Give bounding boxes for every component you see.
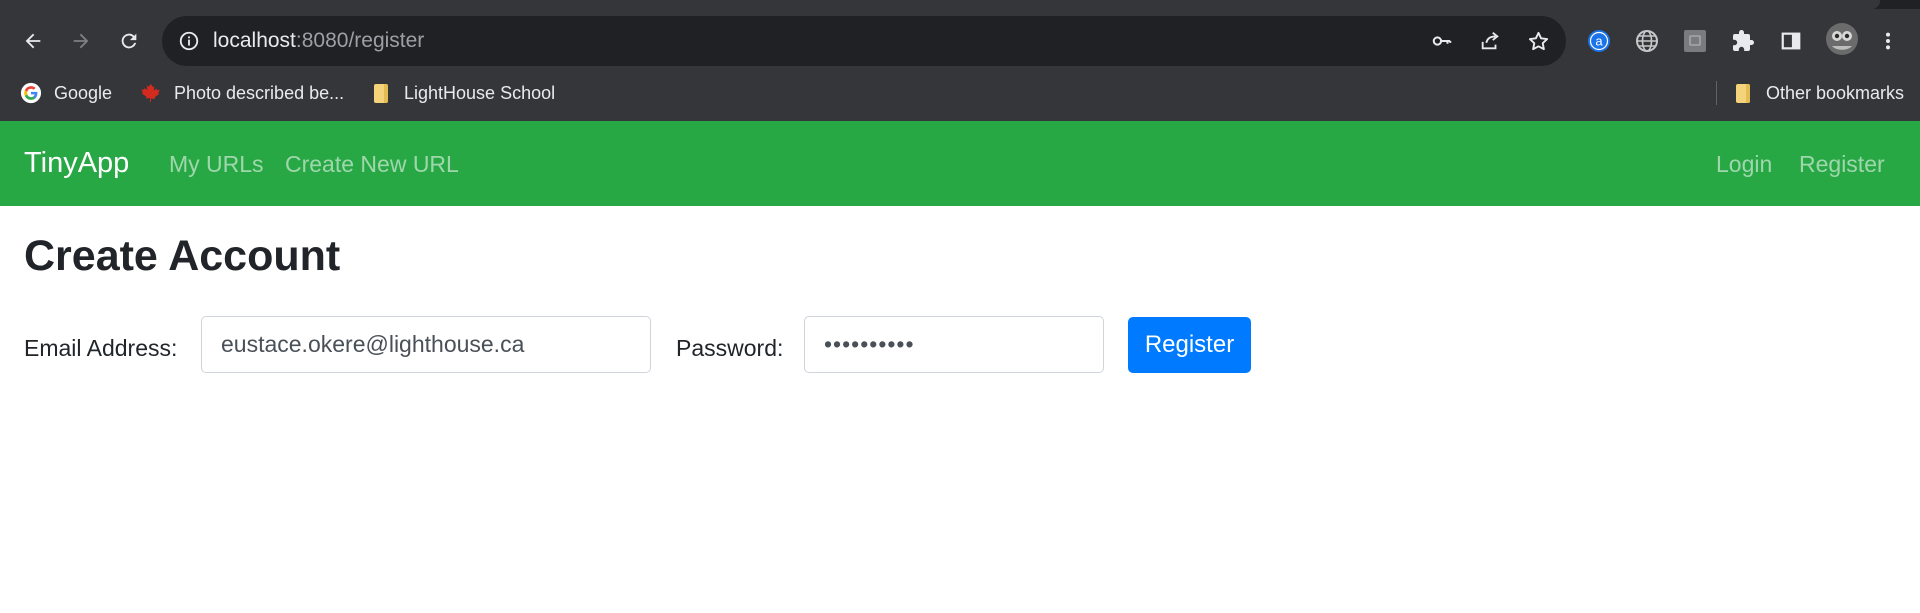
bookmark-label: Other bookmarks: [1766, 82, 1905, 103]
nav-register[interactable]: Register: [1799, 149, 1885, 179]
page-title: Create Account: [24, 232, 341, 280]
arrow-left-icon: [25, 33, 41, 49]
folder-icon: [370, 82, 392, 104]
bookmark-other[interactable]: Other bookmarks: [1732, 76, 1904, 110]
nav-create-new-url[interactable]: Create New URL: [285, 149, 459, 179]
folder-icon: [1732, 82, 1754, 104]
password-field[interactable]: ••••••••••: [804, 316, 1104, 373]
password-label: Password:: [676, 335, 784, 361]
forward-button[interactable]: [64, 24, 98, 58]
puzzle-icon[interactable]: [1729, 27, 1757, 55]
nav-login[interactable]: Login: [1716, 149, 1772, 179]
register-button[interactable]: Register: [1128, 317, 1251, 373]
kebab-menu-icon[interactable]: [1874, 27, 1902, 55]
bookmark-photo[interactable]: Photo described be...: [140, 76, 344, 110]
star-icon[interactable]: [1526, 29, 1550, 53]
extension-a-icon[interactable]: a: [1585, 27, 1613, 55]
brand-link[interactable]: TinyApp: [24, 145, 129, 181]
back-button[interactable]: [16, 24, 50, 58]
share-icon[interactable]: [1478, 29, 1502, 53]
bookmark-google[interactable]: Google: [20, 76, 112, 110]
info-icon[interactable]: [178, 30, 200, 52]
key-icon[interactable]: [1430, 29, 1454, 53]
arrow-right-icon: [73, 33, 89, 49]
google-icon: [20, 82, 42, 104]
email-field[interactable]: eustace.okere@lighthouse.ca: [201, 316, 651, 373]
bookmark-lighthouse[interactable]: LightHouse School: [370, 76, 555, 110]
bookmarks-divider: [1716, 81, 1717, 105]
app-navbar: TinyApp My URLs Create New URL Login Reg…: [0, 121, 1920, 206]
tab-strip: [0, 0, 1920, 9]
extension-a-letter: a: [1595, 34, 1603, 49]
bookmark-label: Google: [54, 82, 113, 103]
profile-avatar[interactable]: [1825, 22, 1859, 56]
extension-box-icon[interactable]: [1681, 27, 1709, 55]
nav-my-urls[interactable]: My URLs: [169, 149, 264, 179]
bookmarks-bar: Google Photo described be... LightHouse …: [0, 76, 1920, 110]
bookmark-label: LightHouse School: [404, 82, 556, 103]
bookmark-label: Photo described be...: [174, 82, 345, 103]
url-path: :8080/register: [295, 29, 425, 52]
side-panel-icon[interactable]: [1777, 27, 1805, 55]
url-text[interactable]: localhost:8080/register: [213, 29, 424, 53]
globe-icon[interactable]: [1633, 27, 1661, 55]
reload-icon: [121, 33, 137, 49]
maple-leaf-icon: [140, 82, 162, 104]
email-label: Email Address:: [24, 335, 178, 361]
address-bar[interactable]: localhost:8080/register: [162, 16, 1566, 66]
reload-button[interactable]: [112, 24, 146, 58]
browser-chrome: localhost:8080/register a Google Photo d…: [0, 0, 1920, 121]
url-host: localhost: [213, 29, 296, 52]
